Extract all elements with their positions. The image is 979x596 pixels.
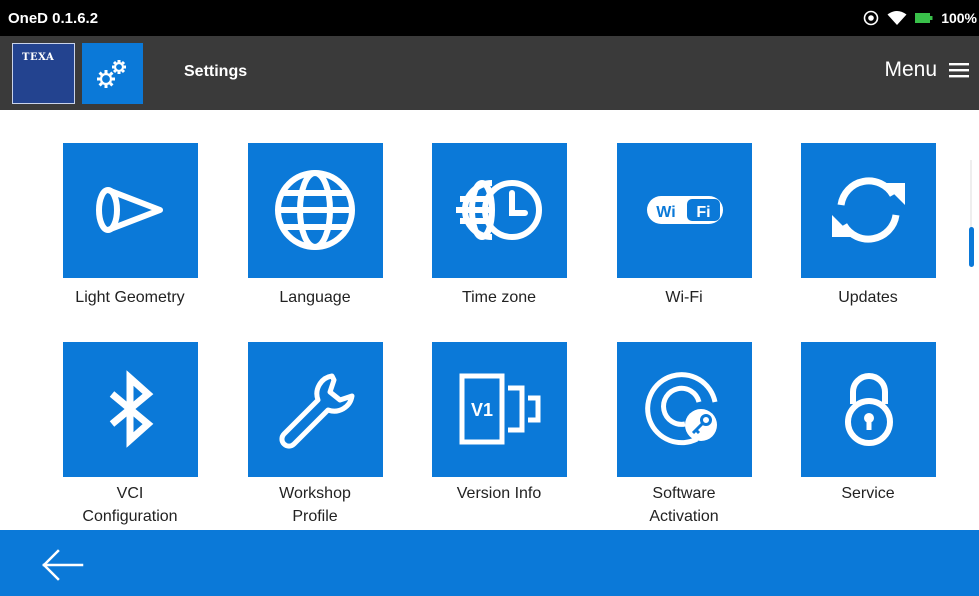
disc-key-icon [645,372,718,446]
tile-software-activation[interactable] [617,342,752,477]
back-button[interactable] [36,547,86,583]
padlock-icon [845,373,893,446]
bluetooth-icon [109,370,154,448]
sync-icon [832,177,905,243]
tile-workshop-profile[interactable] [248,342,383,477]
scrollbar-thumb[interactable] [969,227,974,267]
tile-label: VCI Configuration [82,485,178,525]
tile-label: Version Info [456,485,542,502]
svg-text:Fi: Fi [696,204,710,221]
tile-light-geometry[interactable] [63,143,198,278]
tile-service[interactable] [801,342,936,477]
tile-vci-configuration[interactable] [63,342,198,477]
tile-label: Workshop Profile [279,485,351,525]
tile-label: Light Geometry [75,289,185,306]
tile-label: Software Activation [649,485,719,525]
globe-icon [275,170,355,250]
bottom-bar [0,530,979,596]
globe-clock-icon [456,180,542,240]
back-arrow-icon [42,549,84,581]
location-icon [863,10,879,26]
menu-label: Menu [884,58,937,81]
wrench-icon [279,373,355,449]
version-badge: V1 [471,400,493,420]
status-icons: 100% [863,10,979,26]
hamburger-icon [949,63,969,78]
gears-icon [97,60,126,88]
wifi-signal-icon [887,11,907,25]
settings-button[interactable] [82,43,143,104]
battery-icon [915,13,933,23]
page-title: Settings [184,63,248,80]
tile-label: Time zone [461,289,537,306]
battery-percent: 100% [941,10,977,26]
menu-button[interactable]: Menu [884,58,969,82]
tile-time-zone[interactable] [432,143,567,278]
tile-label: Language [279,289,351,306]
svg-text:Wi: Wi [656,204,675,221]
wifi-logo-icon: Wi Fi [647,196,723,224]
settings-grid: Light Geometry Language Time zone Wi Fi … [0,110,979,530]
tile-wifi[interactable]: Wi Fi [617,143,752,278]
tile-label: Updates [838,289,898,306]
version-icon: V1 [459,373,541,445]
tile-updates[interactable] [801,143,936,278]
status-bar: OneD 0.1.6.2 100% [0,0,979,36]
tile-label: Wi-Fi [665,289,703,306]
texa-logo: TEXA [12,43,75,104]
app-version: OneD 0.1.6.2 [8,9,99,27]
tile-label: Service [841,485,895,502]
light-cone-icon [96,187,163,233]
tile-version-info[interactable]: V1 [432,342,567,477]
tile-language[interactable] [248,143,383,278]
app-header [0,36,979,110]
